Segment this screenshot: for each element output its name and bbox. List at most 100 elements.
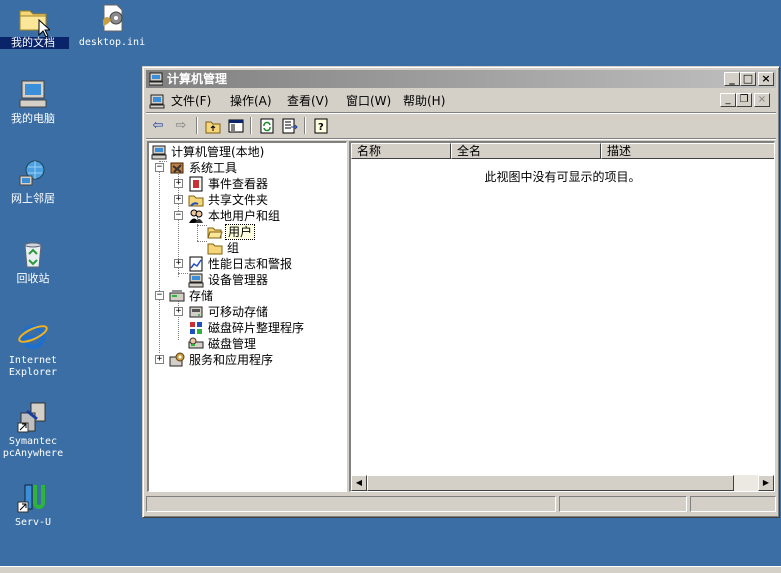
status-panel	[559, 496, 687, 512]
details-list-pane[interactable]: 名称 全名 描述 此视图中没有可显示的项目。 ◀ ▶	[349, 141, 775, 492]
menu-bar: 文件(F) 操作(A) 查看(V) 窗口(W) 帮助(H) _ ❐ ×	[146, 90, 776, 113]
refresh-icon	[260, 118, 274, 134]
desktop-icon-label: 我的文档	[0, 37, 69, 49]
tree-node-label: 本地用户和组	[208, 209, 281, 223]
status-bar	[146, 494, 776, 514]
child-close-button[interactable]: ×	[754, 93, 770, 107]
pcanywhere-icon	[17, 401, 49, 433]
minimize-button[interactable]: _	[724, 72, 740, 86]
desktop-icon-label: Symantec pcAnywhere	[2, 436, 64, 459]
desktop-icon-label: desktop.ini	[78, 37, 146, 48]
forward-arrow-icon: ⇨	[175, 118, 187, 133]
serv-u-icon	[17, 482, 49, 514]
help-button[interactable]: ?	[311, 116, 331, 136]
desktop-icon-recycle-bin[interactable]: 回收站	[0, 238, 69, 285]
title-bar[interactable]: 计算机管理 _ □ ×	[146, 70, 776, 88]
expand-icon[interactable]: +	[174, 195, 183, 204]
restore-icon: ❐	[739, 94, 749, 105]
column-header-full-name[interactable]: 全名	[451, 143, 601, 159]
minimize-icon: _	[729, 72, 735, 85]
desktop-icon-label: 回收站	[16, 272, 50, 285]
users-icon	[189, 209, 203, 223]
tree-node-label: 磁盘碎片整理程序	[208, 321, 305, 335]
menu-view[interactable]: 查看(V)	[287, 93, 329, 109]
shared-folder-icon	[188, 195, 204, 207]
removable-storage-icon	[189, 306, 203, 318]
back-button[interactable]: ⇦	[148, 116, 168, 136]
close-icon: ×	[761, 72, 771, 85]
internet-explorer-icon	[17, 320, 49, 352]
desktop-icon-pcanywhere[interactable]: Symantec pcAnywhere	[0, 401, 69, 460]
left-arrow-icon: ◀	[355, 478, 363, 487]
minimize-icon: _	[725, 94, 731, 105]
expand-icon[interactable]: +	[174, 307, 183, 316]
maximize-button[interactable]: □	[740, 72, 756, 86]
tree-node-label: 可移动存储	[208, 305, 269, 319]
desktop-icon-label: 网上邻居	[11, 192, 55, 205]
config-file-icon	[96, 2, 128, 34]
taskbar[interactable]	[0, 566, 781, 573]
collapse-icon[interactable]: −	[174, 211, 183, 220]
desktop-icon-my-computer[interactable]: 我的电脑	[0, 78, 69, 125]
desktop-icon-desktop-ini[interactable]: desktop.ini	[76, 2, 148, 49]
tree-node-label: 磁盘管理	[208, 337, 257, 351]
tree-node-label: 计算机管理(本地)	[171, 145, 265, 159]
menu-window[interactable]: 窗口(W)	[346, 93, 391, 109]
empty-list-message: 此视图中没有可显示的项目。	[484, 170, 641, 184]
export-list-icon	[282, 118, 298, 134]
up-one-level-button[interactable]	[203, 116, 223, 136]
expand-icon[interactable]: +	[174, 179, 183, 188]
show-hide-console-tree-button[interactable]	[226, 116, 246, 136]
console-tree-pane[interactable]: 计算机管理(本地) − 系统工具 + 事件查看器 + 共享文件夹 − 本地用户和…	[147, 141, 347, 492]
tree-node-label: 用户	[225, 224, 256, 240]
desktop-icon-network[interactable]: 网上邻居	[0, 158, 69, 205]
desktop-icon-label: Serv-U	[14, 517, 52, 528]
child-restore-button[interactable]: ❐	[736, 93, 752, 107]
status-panel	[146, 496, 556, 512]
desktop-icon-internet-explorer[interactable]: Internet Explorer	[0, 320, 69, 379]
mouse-cursor-icon	[38, 19, 50, 38]
device-manager-icon	[188, 273, 204, 288]
back-arrow-icon: ⇦	[152, 118, 164, 133]
column-header-description[interactable]: 描述	[601, 143, 774, 159]
console-tree-icon	[228, 119, 244, 133]
expand-icon[interactable]: +	[174, 259, 183, 268]
disk-defragmenter-icon	[190, 322, 202, 334]
horizontal-scrollbar[interactable]: ◀ ▶	[351, 475, 774, 491]
menu-help[interactable]: 帮助(H)	[403, 93, 445, 109]
export-list-button[interactable]	[280, 116, 300, 136]
expand-icon[interactable]: +	[155, 355, 164, 364]
desktop-icon-my-documents[interactable]: 我的文档	[0, 2, 69, 49]
toolbar-separator	[196, 117, 198, 134]
computer-icon	[17, 78, 49, 110]
refresh-button[interactable]	[257, 116, 277, 136]
services-applications-icon	[169, 352, 185, 367]
scroll-right-button[interactable]: ▶	[758, 475, 774, 491]
folder-icon	[207, 243, 223, 255]
folder-up-icon	[205, 121, 221, 134]
disk-management-icon	[188, 337, 204, 349]
toolbar-separator	[250, 117, 252, 134]
right-arrow-icon: ▶	[762, 478, 770, 487]
svg-text:?: ?	[318, 122, 324, 133]
storage-icon	[169, 290, 185, 302]
collapse-icon[interactable]: −	[155, 163, 164, 172]
system-tools-icon	[170, 162, 184, 174]
tree-node-label: 性能日志和警报	[208, 257, 293, 271]
scroll-thumb[interactable]	[367, 475, 734, 491]
close-button[interactable]: ×	[758, 72, 774, 86]
desktop-icon-serv-u[interactable]: Serv-U	[0, 482, 69, 529]
tree-node-label: 存储	[189, 289, 214, 303]
close-icon: ×	[757, 94, 767, 105]
status-panel	[690, 496, 776, 512]
forward-button[interactable]: ⇨	[171, 116, 191, 136]
performance-logs-icon	[189, 256, 203, 272]
column-header-name[interactable]: 名称	[351, 143, 451, 159]
tree-node-label: 组	[227, 241, 240, 255]
menu-file[interactable]: 文件(F)	[171, 93, 211, 109]
collapse-icon[interactable]: −	[155, 291, 164, 300]
menu-action[interactable]: 操作(A)	[230, 93, 272, 109]
desktop-icon-label: 我的电脑	[11, 112, 55, 125]
scroll-left-button[interactable]: ◀	[351, 475, 367, 491]
child-minimize-button[interactable]: _	[720, 93, 736, 107]
